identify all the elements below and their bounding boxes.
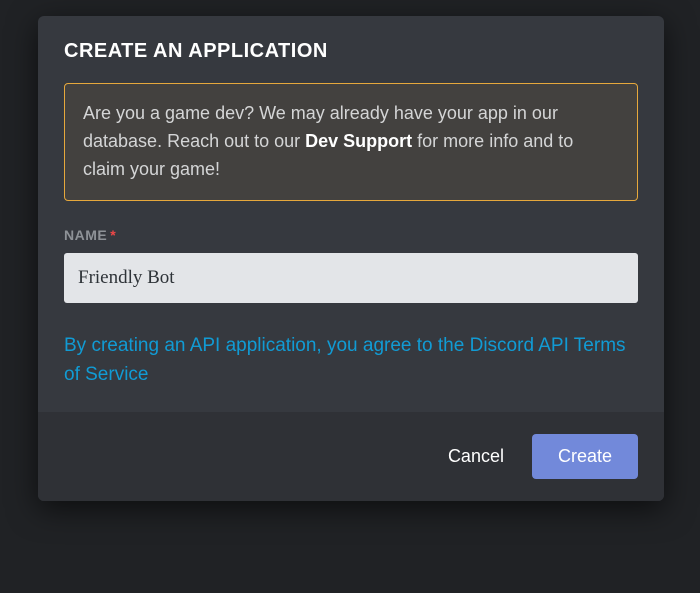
- dev-support-link[interactable]: Dev Support: [305, 131, 412, 151]
- modal-footer: Cancel Create: [38, 412, 664, 501]
- modal-title: CREATE AN APPLICATION: [64, 40, 638, 63]
- create-application-modal: CREATE AN APPLICATION Are you a game dev…: [38, 16, 664, 501]
- terms-text: By creating an API application, you agre…: [64, 331, 638, 390]
- name-field-label: NAME*: [64, 227, 638, 243]
- name-input[interactable]: [64, 253, 638, 303]
- create-button[interactable]: Create: [532, 434, 638, 479]
- required-indicator: *: [110, 227, 116, 243]
- cancel-button[interactable]: Cancel: [448, 446, 504, 467]
- game-dev-notice: Are you a game dev? We may already have …: [64, 83, 638, 201]
- name-label-text: NAME: [64, 227, 107, 243]
- modal-body: CREATE AN APPLICATION Are you a game dev…: [38, 16, 664, 412]
- terms-prefix: By creating an API application, you agre…: [64, 335, 470, 356]
